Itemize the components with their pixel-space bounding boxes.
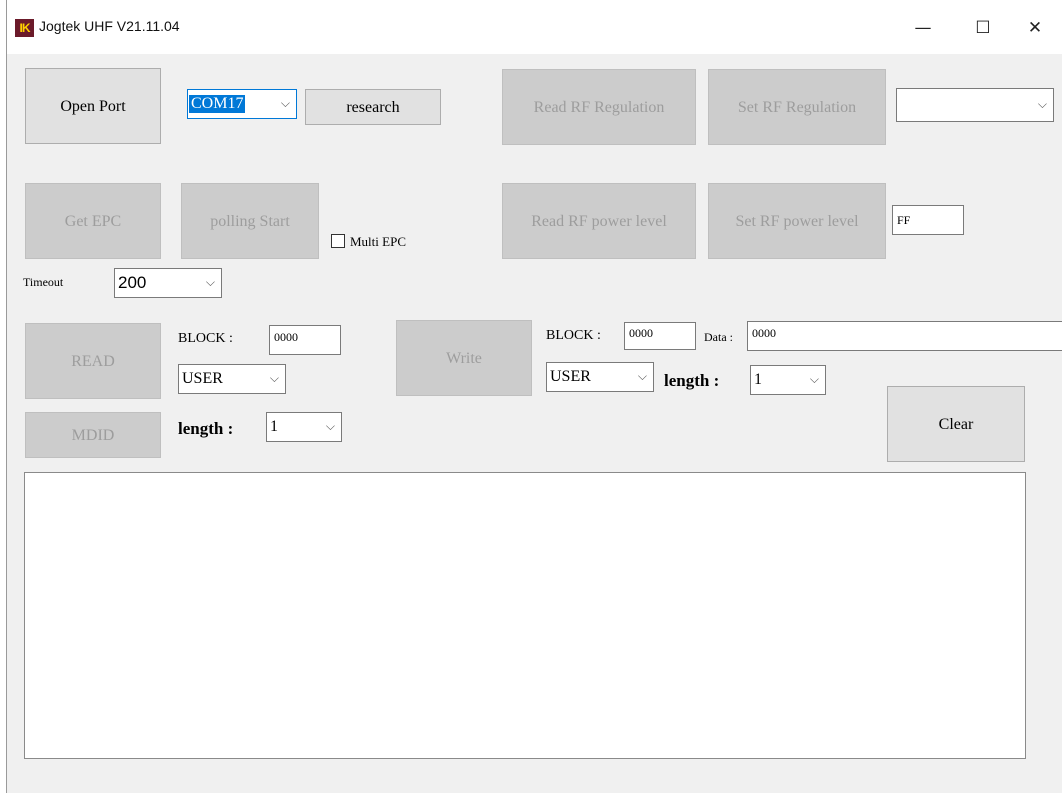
chevron-down-icon: ⌵ — [809, 371, 819, 386]
write-length-label: length : — [664, 371, 720, 390]
chevron-down-icon: ⌵ — [280, 95, 290, 110]
set-rf-regulation-button[interactable]: Set RF Regulation — [708, 69, 886, 145]
data-label: Data : — [704, 330, 733, 344]
write-data-input[interactable]: 0000 — [747, 321, 1062, 351]
read-bank-select[interactable]: USER ⌵ — [178, 364, 286, 394]
read-length-select[interactable]: 1 ⌵ — [266, 412, 342, 442]
write-button[interactable]: Write — [396, 320, 532, 396]
app-logo-icon: IK — [15, 19, 34, 37]
write-length-select[interactable]: 1 ⌵ — [750, 365, 826, 395]
timeout-select[interactable]: 200 ⌵ — [114, 268, 222, 298]
write-bank-value: USER — [550, 368, 591, 385]
polling-start-button[interactable]: polling Start — [181, 183, 319, 259]
read-block-input[interactable]: 0000 — [269, 325, 341, 355]
rf-power-input[interactable]: FF — [892, 205, 964, 235]
com-port-value: COM17 — [189, 95, 246, 113]
read-rf-regulation-button[interactable]: Read RF Regulation — [502, 69, 696, 145]
write-length-value: 1 — [754, 371, 762, 388]
mdid-button[interactable]: MDID — [25, 412, 161, 458]
chevron-down-icon: ⌵ — [205, 274, 215, 289]
multi-epc-checkbox[interactable] — [331, 234, 345, 248]
clear-button[interactable]: Clear — [887, 386, 1025, 462]
write-block-input[interactable]: 0000 — [624, 322, 696, 350]
read-block-label: BLOCK : — [178, 331, 233, 346]
log-output[interactable] — [24, 472, 1026, 759]
read-bank-value: USER — [182, 370, 223, 387]
open-port-button[interactable]: Open Port — [25, 68, 161, 144]
set-rf-power-button[interactable]: Set RF power level — [708, 183, 886, 259]
timeout-label: Timeout — [23, 275, 64, 289]
com-port-select[interactable]: COM17 ⌵ — [187, 89, 297, 119]
read-button[interactable]: READ — [25, 323, 161, 399]
close-button[interactable]: ✕ — [1012, 10, 1058, 46]
write-bank-select[interactable]: USER ⌵ — [546, 362, 654, 392]
minimize-button[interactable]: — — [900, 10, 946, 46]
chevron-down-icon: ⌵ — [325, 418, 335, 433]
window-title: Jogtek UHF V21.11.04 — [39, 18, 180, 34]
maximize-button[interactable]: ☐ — [960, 10, 1006, 46]
chevron-down-icon: ⌵ — [269, 370, 279, 385]
get-epc-button[interactable]: Get EPC — [25, 183, 161, 259]
read-length-label: length : — [178, 419, 234, 438]
read-rf-power-button[interactable]: Read RF power level — [502, 183, 696, 259]
app-window: IK Jogtek UHF V21.11.04 — ☐ ✕ Open Port … — [6, 0, 1062, 793]
write-block-label: BLOCK : — [546, 328, 601, 343]
research-button[interactable]: research — [305, 89, 441, 125]
rf-regulation-select[interactable]: ⌵ — [896, 88, 1054, 122]
chevron-down-icon: ⌵ — [1037, 96, 1047, 111]
timeout-value: 200 — [118, 273, 147, 292]
chevron-down-icon: ⌵ — [637, 368, 647, 383]
title-bar: IK Jogtek UHF V21.11.04 — ☐ ✕ — [7, 0, 1062, 54]
read-length-value: 1 — [270, 418, 278, 435]
multi-epc-label: Multi EPC — [350, 234, 406, 249]
